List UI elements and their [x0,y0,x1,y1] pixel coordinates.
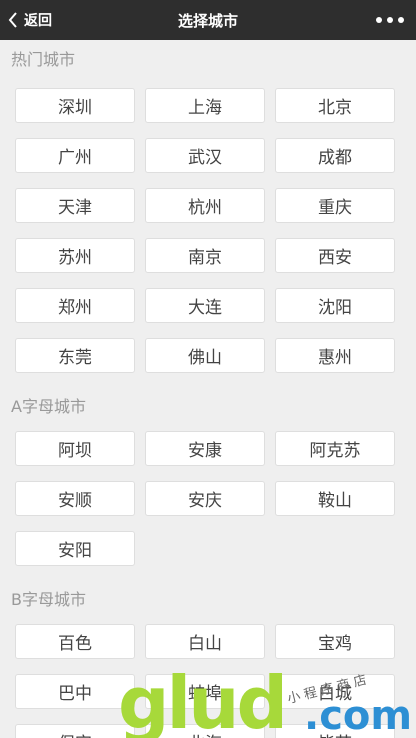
city-button[interactable]: 东莞 [15,338,135,373]
city-button[interactable]: 鞍山 [275,481,395,516]
dot-icon [387,17,393,23]
section-title-hot: 热门城市 [11,50,76,69]
city-button[interactable]: 巴中 [15,674,135,709]
city-button[interactable]: 白山 [145,624,265,659]
chevron-left-icon [8,12,17,28]
city-button[interactable]: 安阳 [15,531,135,566]
section-title-a: A字母城市 [11,397,86,416]
city-button[interactable]: 保定 [15,724,135,738]
city-button[interactable]: 成都 [275,138,395,173]
city-button[interactable]: 北海 [145,724,265,738]
city-button[interactable]: 百色 [15,624,135,659]
city-button[interactable]: 惠州 [275,338,395,373]
city-button[interactable]: 深圳 [15,88,135,123]
city-button[interactable]: 南京 [145,238,265,273]
city-button[interactable]: 白城 [275,674,395,709]
city-button[interactable]: 安庆 [145,481,265,516]
city-button[interactable]: 广州 [15,138,135,173]
city-button[interactable]: 重庆 [275,188,395,223]
city-button[interactable]: 阿克苏 [275,431,395,466]
city-button[interactable]: 蚌埠 [145,674,265,709]
back-button[interactable]: 返回 [8,10,52,30]
city-button[interactable]: 佛山 [145,338,265,373]
page-title: 选择城市 [177,11,238,30]
back-label: 返回 [24,13,52,29]
more-menu-button[interactable] [374,13,406,27]
city-button[interactable]: 武汉 [145,138,265,173]
city-button[interactable]: 天津 [15,188,135,223]
city-grid-a: 阿坝 安康 阿克苏 安顺 安庆 鞍山 安阳 [0,427,416,566]
city-button[interactable]: 西安 [275,238,395,273]
city-button[interactable]: 北京 [275,88,395,123]
top-navigation-bar: 返回 选择城市 [0,0,416,40]
city-button[interactable]: 阿坝 [15,431,135,466]
city-button[interactable]: 毕节 [275,724,395,738]
city-button[interactable]: 苏州 [15,238,135,273]
city-button[interactable]: 郑州 [15,288,135,323]
city-button[interactable]: 上海 [145,88,265,123]
section-title-b: B字母城市 [11,590,86,609]
city-button[interactable]: 安康 [145,431,265,466]
city-button[interactable]: 安顺 [15,481,135,516]
city-grid-b: 百色 白山 宝鸡 巴中 蚌埠 白城 保定 北海 毕节 [0,620,416,738]
city-button[interactable]: 大连 [145,288,265,323]
city-button[interactable]: 宝鸡 [275,624,395,659]
dot-icon [376,17,382,23]
city-grid-hot: 深圳 上海 北京 广州 武汉 成都 天津 杭州 重庆 苏州 南京 西安 郑州 大… [0,84,416,373]
dot-icon [398,17,404,23]
city-list: 热门城市 深圳 上海 北京 广州 武汉 成都 天津 杭州 重庆 苏州 南京 西安… [0,40,416,738]
city-button[interactable]: 杭州 [145,188,265,223]
city-button[interactable]: 沈阳 [275,288,395,323]
